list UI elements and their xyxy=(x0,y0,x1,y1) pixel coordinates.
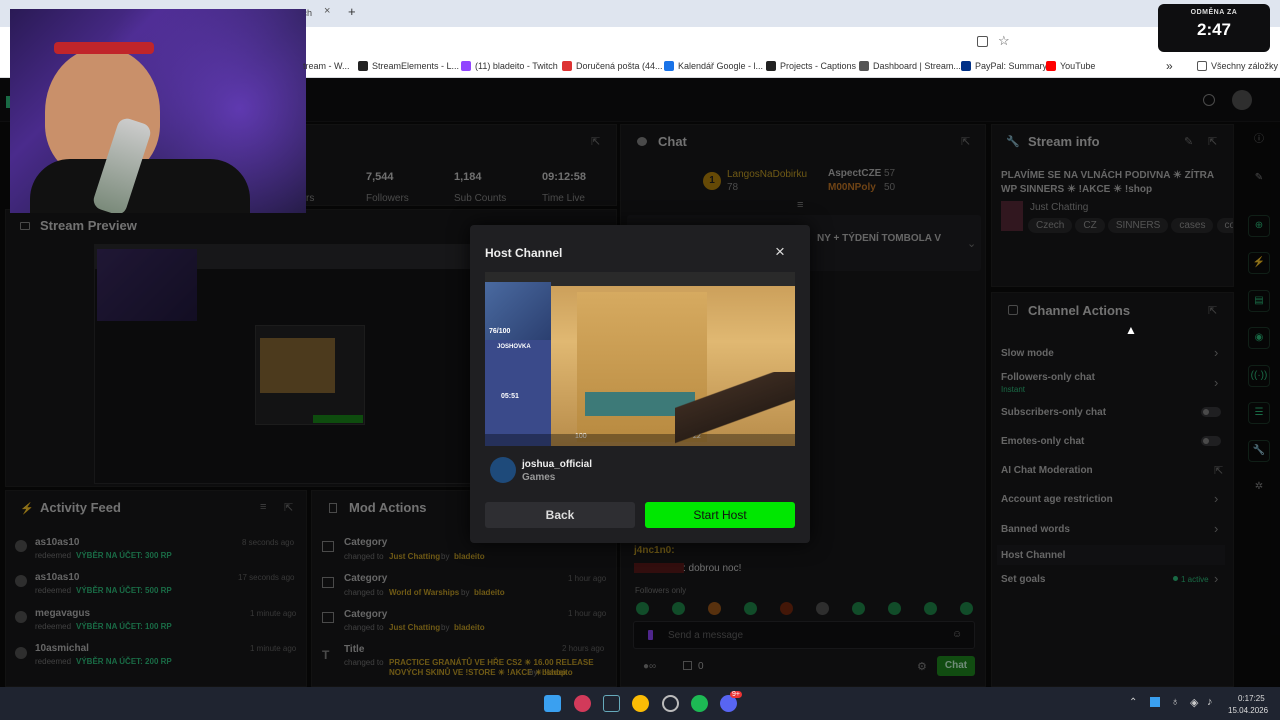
chrome-icon[interactable] xyxy=(632,695,649,712)
obs-icon[interactable] xyxy=(662,695,679,712)
stream-thumbnail[interactable]: 76/100 JOSHOVKA 05:51 100 22 xyxy=(485,272,795,446)
all-bookmarks-button[interactable]: Všechny záložky xyxy=(1197,61,1278,71)
windows-start-icon[interactable] xyxy=(544,695,561,712)
more-bookmarks-button[interactable]: » xyxy=(1166,59,1173,73)
modal-title: Host Channel xyxy=(485,246,563,260)
spotify-icon[interactable] xyxy=(691,695,708,712)
volume-icon[interactable]: ♪ xyxy=(1207,696,1213,708)
twitch-icon xyxy=(461,61,471,71)
windows-taskbar: 9+ ⌃ ♁ ◈ ♪ 0:17:25 15.04.2026 xyxy=(0,687,1280,720)
bookmark-item[interactable]: tream - W... xyxy=(303,61,350,71)
tab-close-icon[interactable]: × xyxy=(324,5,330,17)
bookmark-item[interactable]: PayPal: Summary xyxy=(961,61,1047,71)
hud-timer: 05:51 xyxy=(501,393,519,400)
weapon xyxy=(675,372,795,446)
headband xyxy=(54,42,154,54)
bookmark-item[interactable]: (11) bladeito - Twitch xyxy=(461,61,558,71)
new-tab-button[interactable]: + xyxy=(348,4,356,19)
bookmark-favicon xyxy=(766,61,776,71)
paypal-icon xyxy=(961,61,971,71)
microphone-icon[interactable]: ♁ xyxy=(1171,696,1179,708)
bookmark-item[interactable]: YouTube xyxy=(1046,61,1095,71)
discord-badge: 9+ xyxy=(730,691,742,698)
bookmark-star-icon[interactable]: ☆ xyxy=(998,33,1010,49)
tray-up-icon[interactable]: ⌃ xyxy=(1129,697,1137,708)
back-button[interactable]: Back xyxy=(485,502,635,528)
xbox-icon[interactable] xyxy=(603,695,620,712)
youtube-icon xyxy=(1046,61,1056,71)
channel-category: Games xyxy=(522,472,556,483)
bookmark-item[interactable]: Doručená pošta (44... xyxy=(562,61,663,71)
channel-avatar xyxy=(490,457,516,483)
channel-name: joshua_official xyxy=(522,459,593,470)
app-icon[interactable] xyxy=(574,695,591,712)
mouse-cursor-icon: ▲ xyxy=(1125,323,1137,337)
bookmark-item[interactable]: Dashboard | Stream... xyxy=(859,61,961,71)
bookmark-favicon xyxy=(859,61,869,71)
calendar-icon xyxy=(664,61,674,71)
clock-date[interactable]: 15.04.2026 xyxy=(1228,706,1268,715)
host-channel-modal: Host Channel × 76/100 JOSHOVKA 05:51 100… xyxy=(470,225,810,543)
network-icon[interactable]: ◈ xyxy=(1190,696,1198,709)
hud-health: 76/100 xyxy=(489,328,511,335)
bookmark-item[interactable]: StreamElements - L... xyxy=(358,61,459,71)
bookmark-favicon xyxy=(358,61,368,71)
start-host-button[interactable]: Start Host xyxy=(645,502,795,528)
close-button[interactable]: × xyxy=(775,242,785,262)
bookmark-item[interactable]: Kalendář Google - l... xyxy=(664,61,763,71)
folder-icon xyxy=(1197,61,1207,71)
clock-time[interactable]: 0:17:25 xyxy=(1238,694,1265,703)
reward-countdown: ODMĚNA ZA 2:47 xyxy=(1158,4,1270,52)
hud-name: JOSHOVKA xyxy=(497,344,531,350)
bookmark-item[interactable]: Projects - Captions xyxy=(766,61,856,71)
tray-icon[interactable] xyxy=(1150,697,1160,707)
countdown-value: 2:47 xyxy=(1196,20,1232,39)
translate-icon[interactable] xyxy=(977,36,988,47)
countdown-label: ODMĚNA ZA xyxy=(1190,9,1238,16)
webcam-overlay xyxy=(10,9,306,213)
shirt xyxy=(30,159,250,213)
gmail-icon xyxy=(562,61,572,71)
